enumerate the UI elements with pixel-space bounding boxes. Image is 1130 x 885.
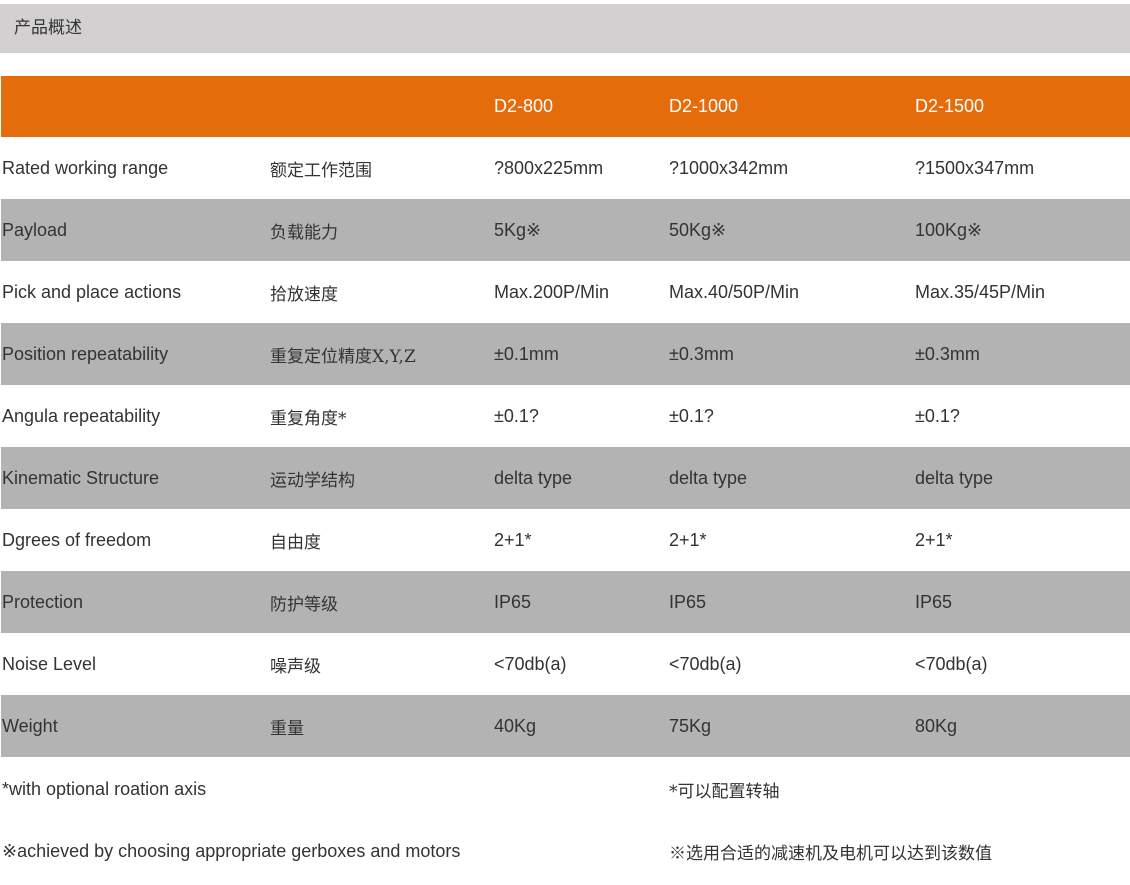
footnotes: *with optional roation axis *可以配置转轴 ※achie…	[0, 758, 1130, 882]
spec-name-cn: 防护等级	[270, 594, 338, 615]
spec-name-en: Dgrees of freedom	[2, 529, 152, 550]
value-d2-1500: 100Kg※	[915, 219, 983, 240]
spec-name-cn: 重复角度*	[270, 408, 347, 429]
value-d2-1500: ±0.1?	[915, 405, 960, 426]
spec-name-en: Pick and place actions	[2, 281, 182, 302]
table-row: Angula repeatability 重复角度* ±0.1? ±0.1? ±0.1?	[1, 385, 1130, 447]
table-row: Position repeatability 重复定位精度X,Y,Z ±0.1mm ±…	[1, 323, 1130, 385]
footnote-en: ※achieved by choosing appropriate gerbox…	[2, 840, 461, 861]
footnote-cn: *可以配置转轴	[669, 781, 780, 802]
footnote-en: *with optional roation axis	[2, 778, 207, 799]
value-d2-800: 5Kg※	[494, 219, 542, 240]
value-d2-1500: delta type	[915, 467, 994, 488]
footnote-row: *with optional roation axis *可以配置转轴	[0, 758, 1130, 820]
value-d2-1500: 80Kg	[915, 715, 958, 736]
table-row: Rated working range 额定工作范围 ?800x225mm ?1000…	[1, 137, 1130, 199]
table-header-row: D2-800 D2-1000 D2-1500	[1, 76, 1130, 137]
header-model-d2-1000: D2-1000	[669, 96, 739, 116]
spec-name-cn: 自由度	[270, 532, 321, 553]
table-row: Payload 负载能力 5Kg※ 50Kg※ 100Kg※	[1, 199, 1130, 261]
value-d2-1500: <70db(a)	[915, 653, 988, 674]
value-d2-1000: 50Kg※	[669, 219, 727, 240]
spec-name-cn: 噪声级	[270, 656, 321, 677]
value-d2-800: delta type	[494, 467, 573, 488]
value-d2-800: ±0.1?	[494, 405, 539, 426]
spec-name-cn: 重复定位精度X,Y,Z	[270, 346, 416, 367]
spec-name-cn: 重量	[270, 718, 304, 739]
section-title: 产品概述	[14, 18, 82, 38]
spec-name-cn: 拾放速度	[270, 284, 338, 305]
spec-name-en: Rated working range	[2, 157, 169, 178]
value-d2-1500: 2+1*	[915, 529, 953, 550]
footnote-cn: ※选用合适的减速机及电机可以达到该数值	[669, 843, 992, 864]
spec-name-en: Kinematic Structure	[2, 467, 160, 488]
spec-name-en: Protection	[2, 591, 84, 612]
section-title-bar: 产品概述	[0, 4, 1130, 53]
spec-name-cn: 额定工作范围	[270, 160, 372, 181]
value-d2-800: Max.200P/Min	[494, 281, 610, 302]
value-d2-1000: delta type	[669, 467, 748, 488]
value-d2-1500: ±0.3mm	[915, 343, 980, 364]
spec-name-cn: 负载能力	[270, 222, 338, 243]
spec-name-en: Position repeatability	[2, 343, 169, 364]
value-d2-800: IP65	[494, 591, 532, 612]
value-d2-1000: 75Kg	[669, 715, 712, 736]
spec-name-en: Noise Level	[2, 653, 97, 674]
table-row: Kinematic Structure 运动学结构 delta type delta …	[1, 447, 1130, 509]
value-d2-800: 2+1*	[494, 529, 532, 550]
spec-name-en: Payload	[2, 219, 68, 240]
spec-name-en: Weight	[2, 715, 58, 736]
value-d2-1000: 2+1*	[669, 529, 707, 550]
table-row: Weight 重量 40Kg 75Kg 80Kg	[1, 695, 1130, 757]
footnote-row: ※achieved by choosing appropriate gerbox…	[0, 820, 1130, 882]
spec-name-en: Angula repeatability	[2, 405, 161, 426]
value-d2-800: ±0.1mm	[494, 343, 559, 364]
header-model-d2-1500: D2-1500	[915, 96, 985, 116]
value-d2-1000: ±0.3mm	[669, 343, 734, 364]
value-d2-1000: ?1000x342mm	[669, 157, 789, 178]
spec-table: D2-800 D2-1000 D2-1500 Rated working ran…	[1, 76, 1130, 757]
value-d2-1500: IP65	[915, 591, 953, 612]
value-d2-1500: Max.35/45P/Min	[915, 281, 1046, 302]
value-d2-1000: Max.40/50P/Min	[669, 281, 800, 302]
value-d2-800: <70db(a)	[494, 653, 567, 674]
table-row: Dgrees of freedom 自由度 2+1* 2+1* 2+1*	[1, 509, 1130, 571]
table-row: Protection 防护等级 IP65 IP65 IP65	[1, 571, 1130, 633]
value-d2-800: 40Kg	[494, 715, 537, 736]
value-d2-1000: <70db(a)	[669, 653, 742, 674]
value-d2-1000: IP65	[669, 591, 707, 612]
table-row: Pick and place actions 拾放速度 Max.200P/Min Ma…	[1, 261, 1130, 323]
value-d2-800: ?800x225mm	[494, 157, 604, 178]
header-model-d2-800: D2-800	[494, 96, 554, 116]
value-d2-1000: ±0.1?	[669, 405, 714, 426]
value-d2-1500: ?1500x347mm	[915, 157, 1035, 178]
spec-name-cn: 运动学结构	[270, 470, 355, 491]
table-row: Noise Level 噪声级 <70db(a) <70db(a) <70db(a)	[1, 633, 1130, 695]
